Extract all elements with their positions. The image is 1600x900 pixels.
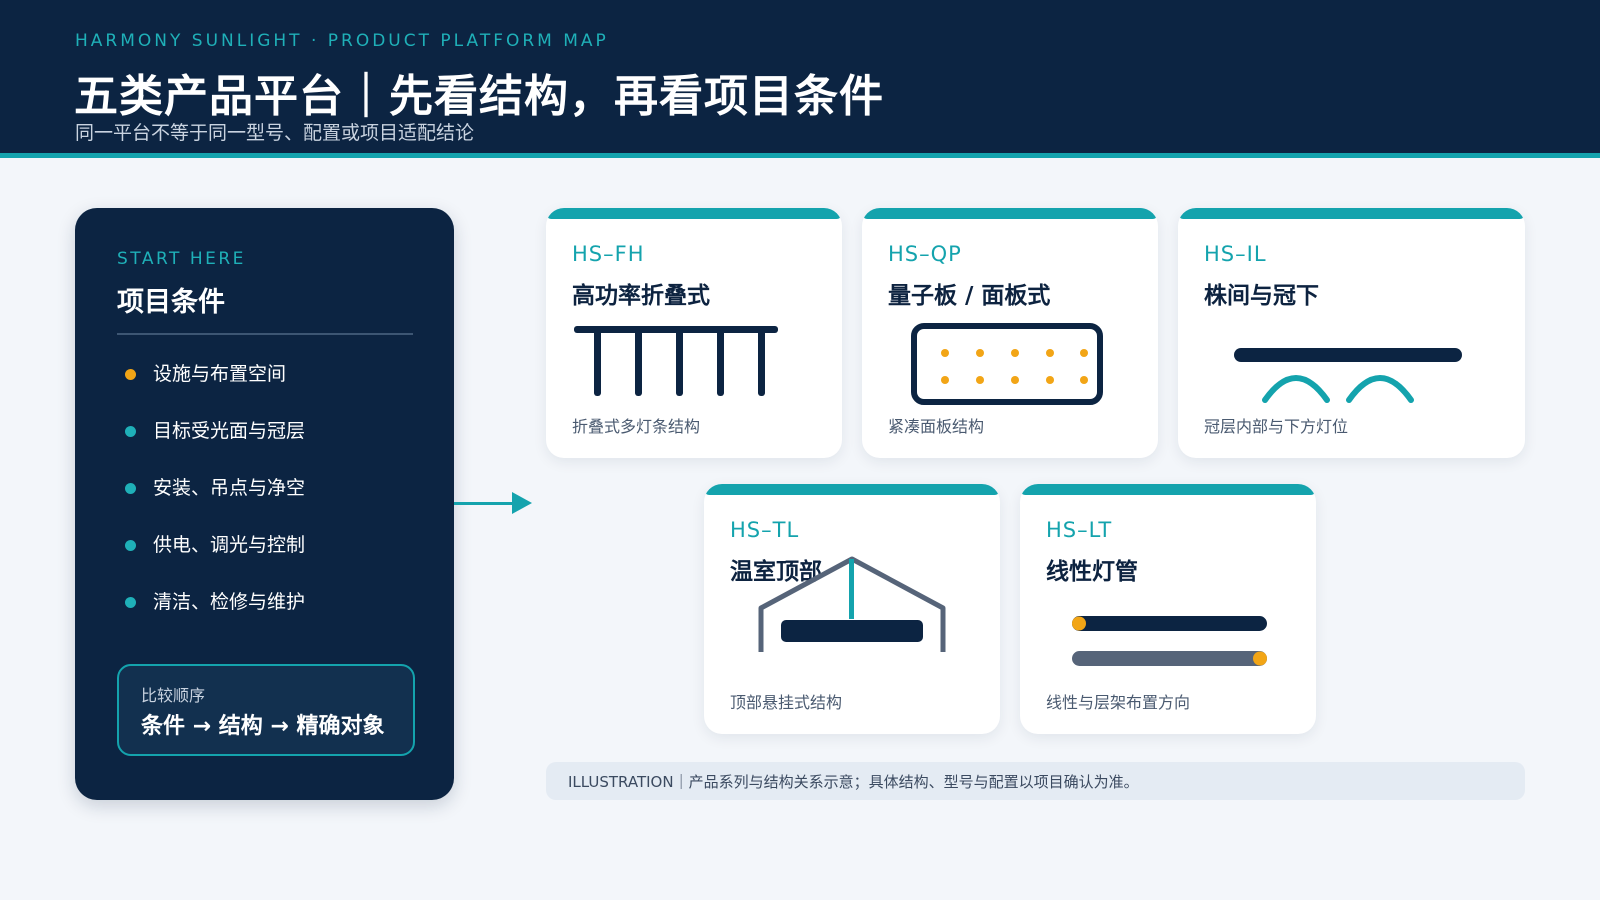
condition-label: 清洁、检修与维护: [153, 591, 306, 613]
condition-item: 设施与布置空间: [125, 358, 305, 415]
condition-label: 供电、调光与控制: [153, 534, 306, 556]
flow-arrow-line: [454, 502, 512, 505]
condition-item: 清洁、检修与维护: [125, 586, 305, 643]
page-subtitle: 同一平台不等于同一型号、配置或项目适配结论: [75, 122, 475, 144]
condition-item: 目标受光面与冠层: [125, 415, 305, 472]
conditions-list: 设施与布置空间 目标受光面与冠层 安装、吊点与净空 供电、调光与控制 清洁、检修…: [125, 358, 305, 643]
bullet-dot-icon: [125, 483, 136, 494]
condition-label: 目标受光面与冠层: [153, 420, 306, 442]
panel-title: 项目条件: [117, 287, 225, 318]
condition-item: 安装、吊点与净空: [125, 472, 305, 529]
header-accent-stripe: [0, 153, 1600, 158]
comparison-order-sequence: 条件 → 结构 → 精确对象: [141, 714, 385, 739]
condition-label: 安装、吊点与净空: [153, 477, 306, 499]
bullet-dot-icon: [125, 540, 136, 551]
platform-card-hs-qp[interactable]: HS–QP 量子板 / 面板式 紧凑面板结构: [862, 208, 1158, 458]
platform-card-hs-fh[interactable]: HS–FH 高功率折叠式 折叠式多灯条结构: [546, 208, 842, 458]
project-conditions-panel: START HERE 项目条件 设施与布置空间 目标受光面与冠层 安装、吊点与净…: [75, 208, 454, 800]
platform-card-hs-tl[interactable]: HS–TL 温室顶部 顶部悬挂式结构: [704, 484, 1000, 734]
condition-item: 供电、调光与控制: [125, 529, 305, 586]
bullet-dot-icon: [125, 369, 136, 380]
comparison-order-label: 比较顺序: [141, 686, 206, 705]
bullet-dot-icon: [125, 426, 136, 437]
platform-card-hs-lt[interactable]: HS–LT 线性灯管 线性与层架布置方向: [1020, 484, 1316, 734]
card-description: 顶部悬挂式结构: [730, 693, 843, 712]
panel-divider: [117, 333, 413, 335]
page-title: 五类产品平台｜先看结构，再看项目条件: [74, 71, 884, 122]
comparison-order-box: 比较顺序 条件 → 结构 → 精确对象: [117, 664, 415, 756]
panel-kicker: START HERE: [117, 249, 246, 269]
bullet-dot-icon: [125, 597, 136, 608]
platform-card-hs-il[interactable]: HS–IL 株间与冠下 冠层内部与下方灯位: [1178, 208, 1525, 458]
condition-label: 设施与布置空间: [153, 363, 287, 385]
header-kicker: HARMONY SUNLIGHT · PRODUCT PLATFORM MAP: [75, 31, 609, 51]
card-description: 线性与层架布置方向: [1046, 693, 1191, 712]
card-description: 折叠式多灯条结构: [572, 417, 701, 436]
card-description: 冠层内部与下方灯位: [1204, 417, 1349, 436]
header-banner: HARMONY SUNLIGHT · PRODUCT PLATFORM MAP …: [0, 0, 1600, 153]
flow-arrow-right-icon: [512, 492, 532, 514]
footnote-text: ILLUSTRATION｜产品系列与结构关系示意；具体结构、型号与配置以项目确认…: [568, 773, 1139, 791]
illustration-footnote: ILLUSTRATION｜产品系列与结构关系示意；具体结构、型号与配置以项目确认…: [546, 762, 1525, 800]
card-description: 紧凑面板结构: [888, 417, 985, 436]
